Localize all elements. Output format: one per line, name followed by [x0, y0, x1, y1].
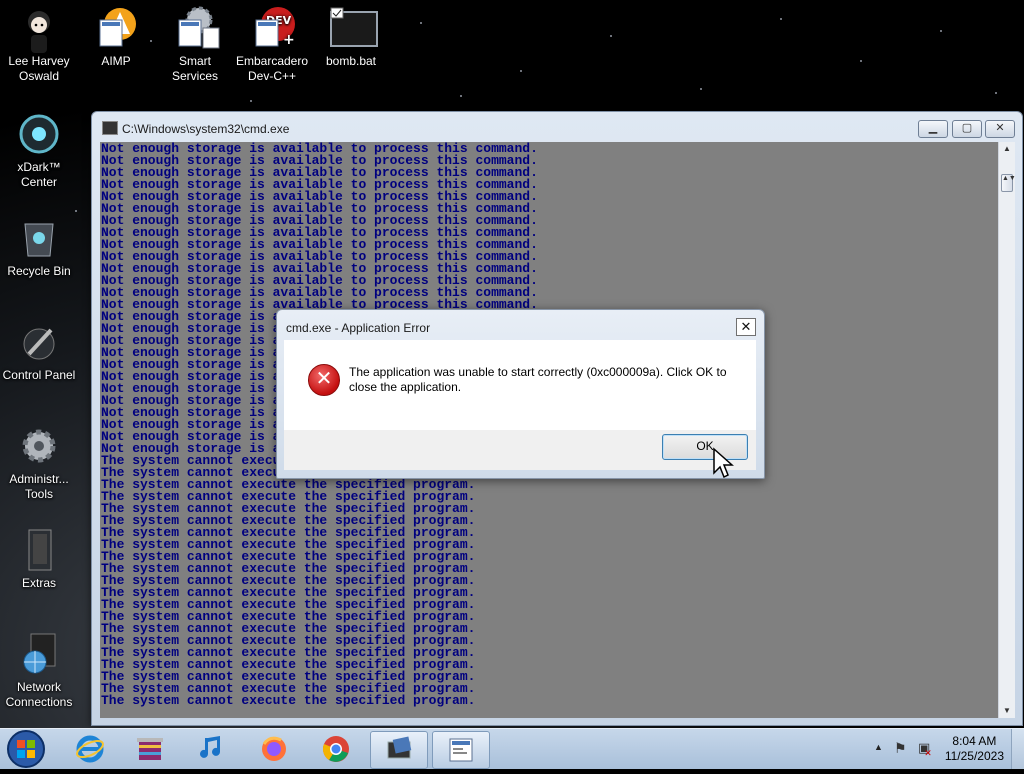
scroll-up-arrow-icon[interactable]: ▲ — [999, 142, 1015, 156]
taskbar: ▲ ⚑ ▣✕ 8:04 AM 11/25/2023 — [0, 728, 1024, 769]
desktop-icon-label: Administr... Tools — [9, 472, 69, 501]
close-button[interactable]: ✕ — [985, 120, 1015, 138]
taskbar-winrar[interactable] — [122, 731, 178, 767]
show-desktop-button[interactable] — [1011, 729, 1024, 769]
show-hidden-icons-arrow-icon[interactable]: ▲ — [874, 742, 883, 752]
desktop-icon-label: Recycle Bin — [7, 264, 71, 278]
system-clock[interactable]: 8:04 AM 11/25/2023 — [945, 734, 1004, 764]
desktop-icon-extras[interactable]: Extras — [1, 528, 77, 591]
character-icon — [17, 6, 61, 53]
winrar-icon — [137, 738, 163, 760]
svg-text:+: + — [283, 32, 295, 48]
desktop-icon-bomb-bat[interactable]: bomb.bat — [313, 6, 389, 69]
scroll-down-arrow-icon[interactable]: ▼ — [999, 704, 1015, 718]
desktop-icon-label: Smart Services — [171, 54, 218, 83]
recycle-bin-icon — [17, 216, 61, 260]
taskbar-music-player[interactable] — [184, 731, 240, 767]
maximize-button[interactable]: ▢ — [952, 120, 982, 138]
cmd-app-icon — [102, 121, 118, 135]
console-scrollbar[interactable]: ▲ ▲▼ ▼ — [998, 142, 1016, 718]
music-note-icon — [200, 736, 220, 758]
dialog-close-button[interactable]: ✕ — [736, 318, 756, 336]
dialog-body: ✕ The application was unable to start co… — [284, 340, 756, 430]
desktop-icon-xdark-center[interactable]: xDark™ Center — [1, 112, 77, 190]
desktop-icon-control-panel[interactable]: Control Panel — [1, 320, 77, 383]
admin-tools-gear-icon — [17, 424, 61, 468]
chrome-icon — [322, 736, 349, 762]
control-panel-icon — [17, 320, 61, 364]
desktop-icon-recycle-bin[interactable]: Recycle Bin — [1, 216, 77, 279]
devcpp-icon: DEV + — [250, 6, 295, 50]
dialog-message: The application was unable to start corr… — [349, 365, 727, 394]
desktop-icon-label: Embarcadero Dev-C++ — [235, 54, 309, 83]
network-status-icon[interactable]: ▣✕ — [918, 740, 938, 758]
taskbar-cmd-window[interactable] — [370, 731, 428, 769]
application-error-dialog[interactable]: cmd.exe - Application Error ✕ ✕ The appl… — [276, 309, 765, 479]
console-line: The system cannot execute the specified … — [101, 693, 476, 708]
batch-file-icon — [329, 6, 378, 50]
desktop-icon-lee-harvey-oswald[interactable]: Lee Harvey Oswald — [1, 6, 77, 84]
cmd-window-title: C:\Windows\system32\cmd.exe — [122, 122, 290, 136]
taskbar-app-window[interactable] — [432, 731, 490, 769]
desktop-icon-smart-services[interactable]: Smart Services — [157, 6, 233, 84]
network-globe-icon — [17, 632, 61, 676]
clock-date: 11/25/2023 — [944, 749, 1004, 763]
desktop-icon-embarcadero[interactable]: DEV + Embarcadero Dev-C++ — [234, 6, 310, 84]
app-window-task-icon — [449, 738, 473, 762]
cmd-task-icon — [387, 736, 412, 759]
minimize-button[interactable]: ▁ — [918, 120, 948, 138]
taskbar-internet-explorer[interactable] — [62, 731, 118, 767]
mouse-cursor-icon — [713, 447, 734, 479]
start-orb-icon — [7, 730, 45, 768]
desktop-icon-label: Extras — [21, 576, 56, 590]
clock-time: 8:04 AM — [952, 734, 997, 748]
desktop-icon-label: Control Panel — [2, 368, 76, 382]
xdark-orb-icon — [17, 112, 61, 156]
desktop-icon-label: Lee Harvey Oswald — [8, 54, 70, 83]
error-icon: ✕ — [308, 364, 340, 396]
desktop-icon-label: Network Connections — [5, 680, 73, 709]
action-center-flag-icon[interactable]: ⚑ — [894, 740, 907, 757]
cmd-titlebar[interactable]: C:\Windows\system32\cmd.exe ▁ ▢ ✕ — [92, 112, 1022, 142]
desktop-icon-admin-tools[interactable]: Administr... Tools — [1, 424, 77, 502]
desktop-icon-network-connections[interactable]: Network Connections — [1, 632, 77, 710]
internet-explorer-icon — [76, 735, 104, 763]
services-gear-icon — [173, 6, 220, 50]
dialog-footer: OK — [284, 430, 756, 470]
desktop-icon-label: AIMP — [101, 54, 131, 68]
start-button[interactable] — [4, 729, 50, 769]
aimp-icon — [94, 6, 138, 50]
extras-folder-icon — [17, 528, 61, 572]
taskbar-firefox[interactable] — [246, 731, 302, 767]
system-tray: ▲ ⚑ ▣✕ 8:04 AM 11/25/2023 — [864, 729, 1024, 769]
firefox-icon — [262, 736, 286, 761]
desktop-icon-aimp[interactable]: AIMP — [78, 6, 154, 69]
taskbar-chrome[interactable] — [308, 731, 364, 767]
desktop-icon-label: xDark™ Center — [17, 160, 61, 189]
desktop-icon-label: bomb.bat — [325, 54, 377, 68]
scroll-thumb[interactable]: ▲▼ — [1001, 174, 1016, 192]
dialog-title: cmd.exe - Application Error — [286, 321, 431, 335]
